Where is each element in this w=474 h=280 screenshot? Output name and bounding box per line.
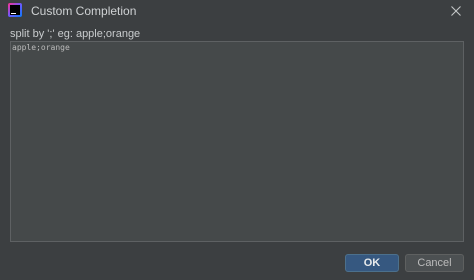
cancel-button[interactable]: Cancel — [405, 254, 464, 272]
app-icon-glyph — [10, 5, 20, 15]
completion-text-editor[interactable]: apple;orange — [10, 41, 464, 242]
close-button[interactable] — [444, 2, 468, 20]
ok-button[interactable]: OK — [345, 254, 399, 272]
close-icon — [451, 6, 461, 16]
title-bar: Custom Completion — [0, 0, 474, 24]
dialog-title: Custom Completion — [31, 4, 137, 18]
custom-completion-dialog: Custom Completion split by ';' eg: apple… — [0, 0, 474, 280]
prompt-label: split by ';' eg: apple;orange — [10, 28, 141, 40]
ide-app-icon — [8, 3, 22, 17]
